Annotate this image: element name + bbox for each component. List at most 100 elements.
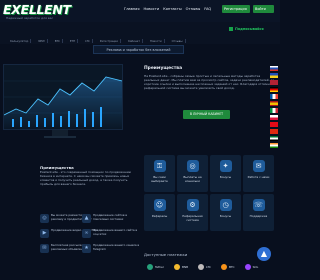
feature-label: Бонусы: [219, 175, 232, 179]
coin-icon: [173, 264, 180, 270]
service-item[interactable]: ∞ Продвижение вашего сайта в соцсетях: [82, 228, 140, 238]
flag-ae-icon[interactable]: [270, 136, 278, 141]
register-button[interactable]: Регистрация: [222, 5, 250, 13]
ticker-items: Калькулятор NEW BTC ETH LTC Регистрации …: [8, 39, 186, 43]
coins-icon: ◎: [186, 160, 199, 172]
flag-de-icon[interactable]: [270, 87, 278, 92]
feature-label: Выплаты на кошельки: [183, 175, 202, 183]
feature-label: Вы сами выбираете: [151, 175, 168, 183]
coin-item: SOL: [244, 264, 259, 270]
flag-ua-icon[interactable]: [270, 73, 278, 78]
ticker-item[interactable]: Калькулятор: [8, 39, 32, 43]
ticker-item[interactable]: LTC: [83, 39, 93, 43]
nav-item-news[interactable]: Новости: [144, 7, 160, 11]
ticker-item[interactable]: ETH: [68, 39, 79, 43]
flag-us-icon[interactable]: [270, 80, 278, 85]
ticker-item[interactable]: Регистрации: [98, 39, 121, 43]
scroll-up-button[interactable]: ▲: [257, 247, 271, 261]
feature-card[interactable]: ✦ Бонусы: [210, 155, 241, 192]
users-icon: ☺: [153, 199, 166, 211]
ticker-item[interactable]: Новости: [148, 39, 165, 43]
coin-icon: [198, 264, 205, 270]
feature-card[interactable]: ⚙ Реферальная система: [177, 194, 208, 231]
hero-text: На Exellent.site - собраны самые простые…: [144, 74, 275, 90]
coin-name: BTC: [228, 265, 235, 269]
video-icon: ▶: [40, 229, 49, 238]
feature-card[interactable]: ✉ Работа с нами: [243, 155, 274, 192]
chat-icon: ✉: [252, 160, 265, 172]
target-icon: ◎: [40, 214, 49, 223]
nav-item-contacts[interactable]: Контакты: [163, 7, 182, 11]
service-label: Продвижение сайтов в поисковых системах: [93, 213, 128, 221]
payments-title: Доступные платежки: [144, 252, 188, 257]
coin-name: LTC: [206, 265, 211, 269]
star-icon: ★: [82, 244, 91, 253]
gear-icon: ⚙: [186, 199, 199, 211]
ticker-item[interactable]: BTC: [53, 39, 63, 43]
telegram-icon[interactable]: [229, 27, 233, 31]
ticker-item[interactable]: Кабинет: [126, 39, 143, 43]
coin-item: BTC: [220, 264, 235, 270]
link-icon: ∞: [82, 229, 91, 238]
nav-item-faq[interactable]: FAQ: [204, 7, 211, 11]
header: EXELLENT Надежный заработок для вас Глав…: [0, 0, 280, 22]
service-item[interactable]: ▲ Продвижение сайтов в поисковых система…: [82, 213, 140, 223]
service-item[interactable]: ★ Продвижение вашего канала в Telegram: [82, 243, 140, 253]
service-label: Продвижение вашего канала в Telegram: [93, 243, 140, 251]
feature-label: Поддержка: [249, 214, 268, 218]
monitor-illustration: [3, 64, 123, 130]
chart-icon: ▲: [82, 214, 91, 223]
coin-icon: [244, 264, 251, 270]
coin-item: Tether: [147, 264, 164, 270]
site-logo[interactable]: EXELLENT: [3, 2, 71, 17]
ticker-item[interactable]: NEW: [36, 39, 48, 43]
feature-label: Работа с нами: [247, 175, 270, 179]
feature-card[interactable]: ☏ Поддержка: [243, 194, 274, 231]
coin-icon: [147, 264, 153, 270]
cabinet-button[interactable]: В ЛИЧНЫЙ КАБИНЕТ: [183, 110, 230, 119]
ticker-bar: Подписывайся Калькулятор NEW BTC ETH LTC…: [0, 22, 280, 44]
flag-cn-icon[interactable]: [270, 129, 278, 134]
flag-es-icon[interactable]: [270, 101, 278, 106]
flag-ru-icon[interactable]: [270, 66, 278, 71]
info-text: Exellent.site - это современный помощник…: [40, 170, 132, 186]
hero-title: Преимущества: [144, 66, 183, 71]
coin-item: BNB: [173, 264, 189, 270]
feature-label: Бонусы: [219, 214, 232, 218]
flag-fr-icon[interactable]: [270, 94, 278, 99]
login-button[interactable]: Войти: [253, 5, 274, 13]
coin-name: BNB: [181, 265, 189, 269]
feature-label: Реферальная система: [182, 214, 203, 222]
feature-card[interactable]: ◷ Бонусы: [210, 194, 241, 231]
feature-card[interactable]: ☺ Рефералы: [144, 194, 175, 231]
service-label: Продвижение вашего сайта в соцсетях: [93, 228, 138, 236]
coin-name: Tether: [155, 265, 164, 269]
subscribe-link[interactable]: Подписывайся: [235, 27, 264, 31]
monitor-foot: [44, 136, 76, 138]
tagline: Надежный заработок для вас: [6, 16, 54, 20]
feature-card[interactable]: ⚿ Вы сами выбираете: [144, 155, 175, 192]
flag-it-icon[interactable]: [270, 108, 278, 113]
flag-in-icon[interactable]: [270, 143, 278, 148]
main-nav: Главная Новости Контакты Отзывы FAQ: [124, 7, 211, 11]
ad-banner[interactable]: Реклама и заработок без вложений: [93, 45, 184, 54]
feature-grid: ⚿ Вы сами выбираете ◎ Выплаты на кошельки …: [144, 155, 275, 231]
nav-item-home[interactable]: Главная: [124, 7, 140, 11]
clock-icon: ◷: [219, 199, 232, 211]
payment-coins: Tether BNB LTC BTC SOL: [147, 264, 258, 270]
ticker-item[interactable]: Отзывы: [170, 39, 186, 43]
headset-icon: ☏: [252, 199, 265, 211]
coin-icon: [220, 264, 227, 270]
coin-item: LTC: [198, 264, 211, 270]
gift-icon: ✦: [219, 160, 232, 172]
flag-tr-icon[interactable]: [270, 122, 278, 127]
feature-label: Рефералы: [151, 214, 168, 218]
nav-item-reviews[interactable]: Отзывы: [186, 7, 201, 11]
feature-card[interactable]: ◎ Выплаты на кошельки: [177, 155, 208, 192]
coin-name: SOL: [252, 265, 259, 269]
megaphone-icon: ✉: [40, 244, 49, 253]
chart-graphic: [3, 65, 123, 129]
wallet-icon: ⚿: [153, 160, 166, 172]
language-flags: [270, 66, 278, 148]
flag-pl-icon[interactable]: [270, 115, 278, 120]
